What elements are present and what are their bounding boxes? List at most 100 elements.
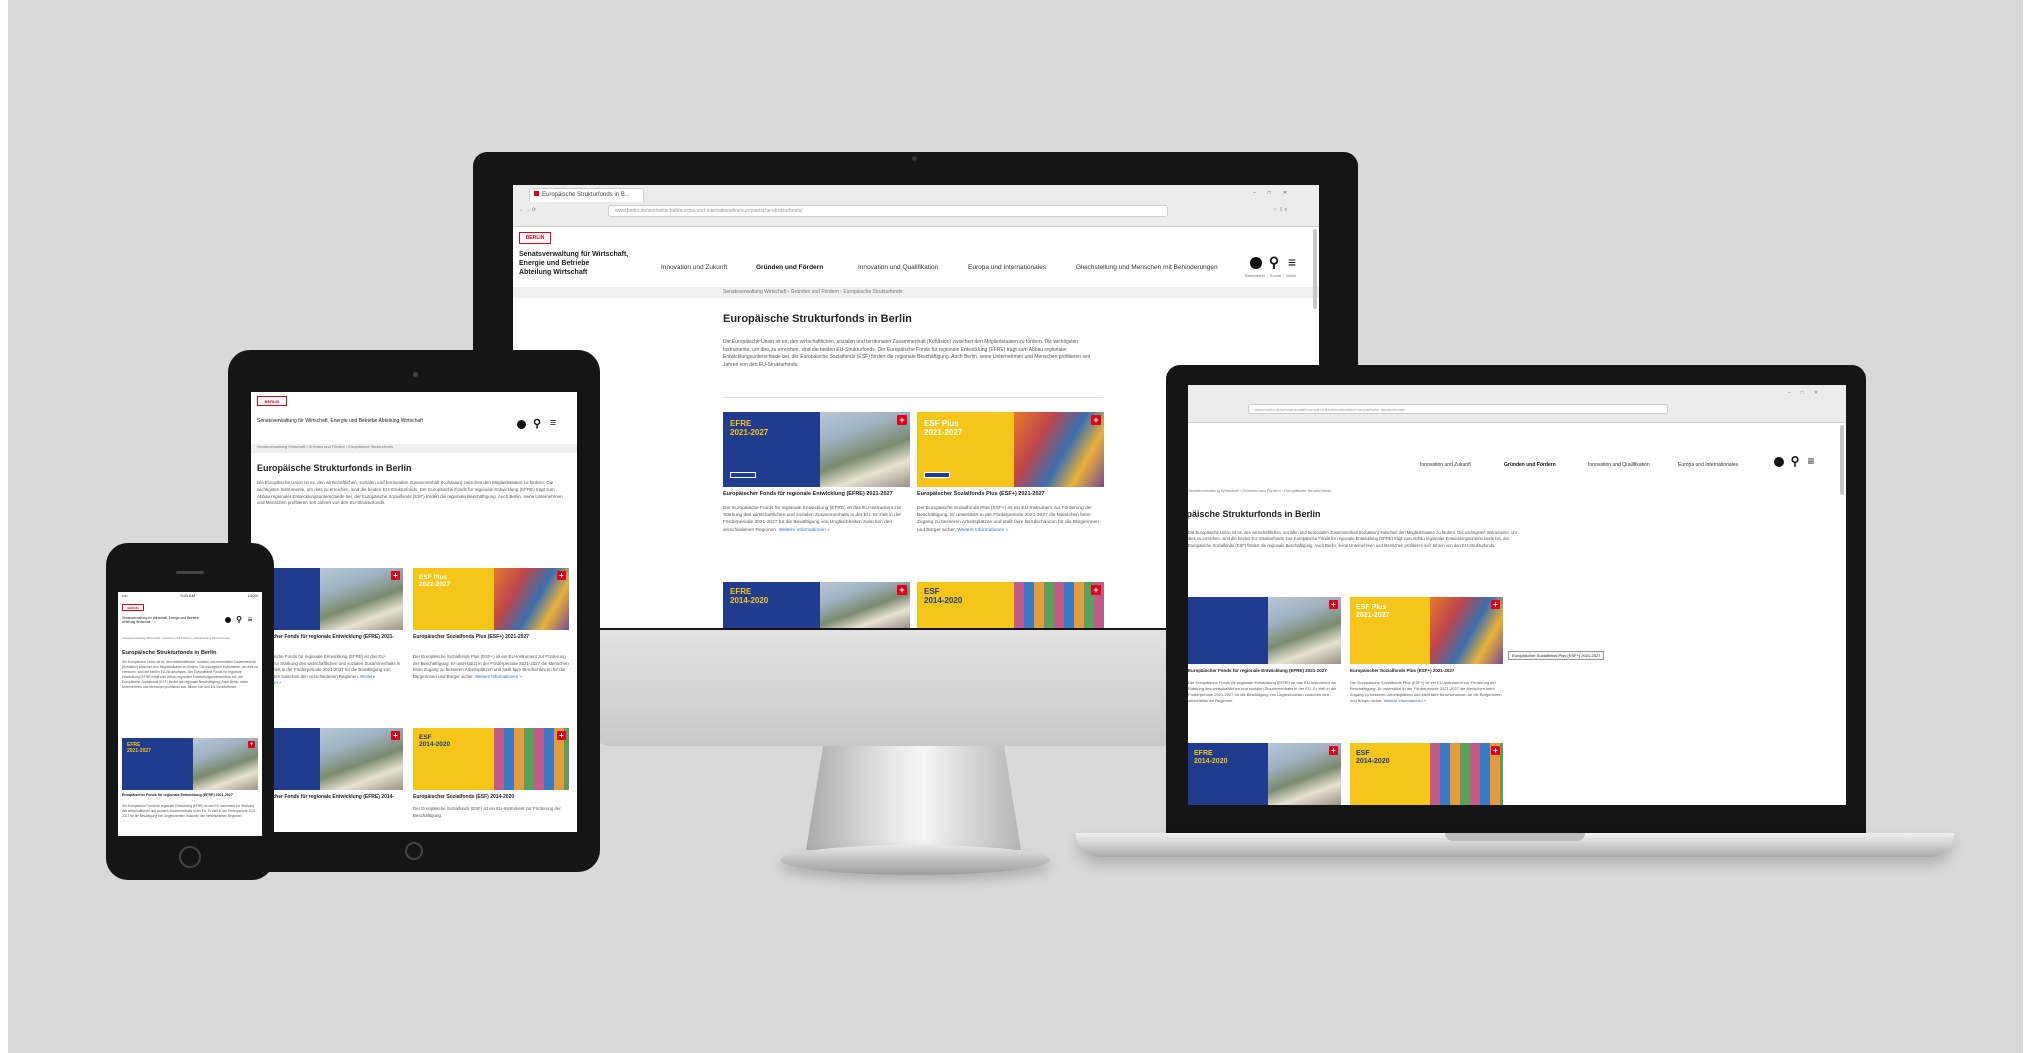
page-title: Europäische Strukturfonds in Berlin bbox=[257, 463, 412, 473]
nav-europa-international[interactable]: Europa und Internationales bbox=[1678, 462, 1738, 468]
toolbar-icons[interactable]: ☆ ⇩ ≡ bbox=[1273, 207, 1287, 213]
card-esf-2014[interactable]: ESF 2014-2020 + bbox=[917, 582, 1104, 628]
barrierefrei-icon[interactable] bbox=[1248, 255, 1264, 271]
breadcrumb[interactable]: Senatsverwaltung Wirtschaft › Gründen un… bbox=[723, 289, 902, 295]
search-icon[interactable]: ⚲ bbox=[1788, 453, 1802, 469]
berlin-logo[interactable]: BERLIN bbox=[519, 232, 551, 244]
search-icon[interactable]: ⚲ bbox=[235, 614, 243, 624]
breadcrumb[interactable]: Senatsverwaltung Wirtschaft › Gründen un… bbox=[122, 636, 258, 640]
plus-icon[interactable]: + bbox=[1491, 746, 1500, 755]
nav-gruenden-foerdern[interactable]: Gründen und Fördern bbox=[1504, 462, 1556, 468]
scrollbar[interactable] bbox=[1840, 425, 1844, 495]
card-text: Der Europäische Sozialfonds Plus (ESF+) … bbox=[1350, 680, 1502, 703]
plus-icon[interactable]: + bbox=[897, 415, 907, 425]
card-esf-plus-2021[interactable]: ESF Plus 2021-2027 + bbox=[413, 568, 569, 630]
department-name[interactable]: Senatsverwaltung für Wirtschaft, Energie… bbox=[257, 418, 427, 425]
tablet-screen: BERLIN Senatsverwaltung für Wirtschaft, … bbox=[251, 392, 577, 832]
card-efre-2014[interactable]: EFRE 2014-2020 + bbox=[723, 582, 910, 628]
plus-icon[interactable]: + bbox=[1091, 415, 1101, 425]
card-esf-plus-2021[interactable]: ESF Plus 2021-2027 + bbox=[1350, 597, 1503, 664]
laptop-window-controls[interactable]: –□✕ bbox=[1788, 390, 1828, 396]
card-label: ESF 2014-2020 bbox=[924, 587, 963, 605]
menu-icon[interactable]: ≡ bbox=[547, 416, 559, 430]
tablet-home-button[interactable] bbox=[405, 842, 423, 860]
menu-icon[interactable]: ≡ bbox=[246, 614, 254, 624]
plus-icon[interactable]: + bbox=[391, 731, 400, 740]
plus-icon[interactable]: + bbox=[1329, 600, 1338, 609]
card-title[interactable]: Europäischer Fonds für regionale Entwick… bbox=[122, 793, 258, 797]
berlin-logo[interactable]: BERLIN bbox=[122, 604, 144, 611]
page-title: Europäische Strukturfonds in Berlin bbox=[122, 650, 217, 656]
card-esf-2014[interactable]: ESF 2014-2020 + bbox=[1350, 743, 1503, 805]
search-icon[interactable]: ⚲ bbox=[1266, 253, 1282, 271]
nav-innovation-zukunft[interactable]: Innovation und Zukunft bbox=[661, 264, 727, 271]
laptop-screen: www.berlin.de/sen/wirtschaft/europa-und-… bbox=[1188, 385, 1846, 805]
barrierefrei-icon[interactable] bbox=[224, 616, 232, 624]
breadcrumb[interactable]: Senatsverwaltung Wirtschaft › Gründen un… bbox=[257, 445, 393, 449]
card-title[interactable]: Europäischer Sozialfonds Plus (ESF+) 202… bbox=[413, 634, 569, 640]
card-label: EFRE 2014-2020 bbox=[1194, 750, 1228, 765]
plus-icon[interactable]: + bbox=[1091, 585, 1101, 595]
menu-icon[interactable]: ≡ bbox=[1804, 453, 1818, 469]
nav-europa-international[interactable]: Europa und Internationales bbox=[968, 264, 1046, 271]
nav-buttons[interactable]: ← → ⟳ bbox=[519, 207, 536, 213]
tab-favicon-icon bbox=[534, 191, 539, 196]
nav-gruenden-foerdern[interactable]: Gründen und Fördern bbox=[756, 264, 823, 271]
more-link[interactable]: Weitere Informationen » bbox=[957, 528, 1008, 533]
card-esf-plus-2021[interactable]: ESF Plus 2021-2027 + bbox=[917, 412, 1104, 487]
plus-icon[interactable]: + bbox=[557, 731, 566, 740]
card-label: ESF Plus 2021-2027 bbox=[924, 419, 963, 437]
nav-innovation-zukunft[interactable]: Innovation und Zukunft bbox=[1420, 462, 1471, 468]
card-efre-2021[interactable]: EFRE 2021-2027 + bbox=[122, 738, 258, 790]
department-name[interactable]: Senatsverwaltung für Wirtschaft, Energie… bbox=[519, 251, 628, 277]
more-link[interactable]: Weitere Informationen » bbox=[1384, 698, 1427, 703]
plus-icon[interactable]: + bbox=[391, 571, 400, 580]
card-efre-2014[interactable]: EFRE 2014-2020 + bbox=[1188, 743, 1341, 805]
card-label: EFRE 2021-2027 bbox=[127, 742, 151, 754]
scrollbar[interactable] bbox=[1313, 229, 1317, 309]
more-link[interactable]: Weitere Informationen » bbox=[779, 528, 830, 533]
mockup-backdrop: Europäische Strukturfonds in B... –□✕ ← … bbox=[8, 0, 2023, 1053]
phone-home-button[interactable] bbox=[179, 846, 201, 868]
laptop-url-bar[interactable]: www.berlin.de/sen/wirtschaft/europa-und-… bbox=[1248, 404, 1668, 414]
barrierefrei-icon[interactable] bbox=[1772, 455, 1786, 469]
nav-innovation-qualifikation[interactable]: Innovation und Qualifikation bbox=[858, 264, 938, 271]
page-title: Europäische Strukturfonds in Berlin bbox=[1188, 509, 1321, 519]
card-text: Der Europäische Sozialfonds Plus (ESF+) … bbox=[917, 506, 1099, 533]
plus-icon[interactable]: + bbox=[557, 571, 566, 580]
monitor-camera bbox=[912, 156, 917, 161]
card-title[interactable]: Europäischer Sozialfonds (ESF) 2014-2020 bbox=[413, 794, 569, 800]
plus-icon[interactable]: + bbox=[897, 585, 907, 595]
card-title[interactable]: Europäischer Sozialfonds Plus (ESF+) 202… bbox=[917, 491, 1104, 498]
breadcrumb[interactable]: Senatsverwaltung Wirtschaft › Gründen un… bbox=[1188, 488, 1331, 493]
department-name[interactable]: Senatsverwaltung für Wirtschaft, Energie… bbox=[122, 616, 212, 624]
card-title[interactable]: Europäischer Sozialfonds Plus (ESF+) 202… bbox=[1350, 668, 1503, 674]
barrierefrei-icon[interactable] bbox=[515, 418, 527, 430]
card-efre-2021[interactable]: + bbox=[1188, 597, 1341, 664]
phone-screen: •••• 9:41 AM 100% BERLIN Senatsverwaltung… bbox=[118, 592, 262, 836]
intro-text: Die Europäische Union ist es, den wirtsc… bbox=[257, 480, 563, 506]
nav-innovation-qualifikation[interactable]: Innovation und Qualifikation bbox=[1588, 462, 1650, 468]
window-controls[interactable]: –□✕ bbox=[1253, 190, 1313, 196]
search-icon[interactable]: ⚲ bbox=[531, 416, 543, 430]
berlin-logo[interactable]: BERLIN bbox=[257, 396, 287, 406]
laptop-notch bbox=[1445, 833, 1585, 841]
card-esf-2014[interactable]: ESF 2014-2020 + bbox=[413, 728, 569, 790]
card-label: ESF 2014-2020 bbox=[1356, 750, 1390, 765]
nav-gleichstellung[interactable]: Gleichstellung und Menschen mit Behinder… bbox=[1076, 264, 1218, 271]
card-label: ESF Plus 2021-2027 bbox=[419, 574, 451, 589]
menu-icon[interactable]: ≡ bbox=[1284, 253, 1300, 271]
divider bbox=[723, 397, 1103, 398]
card-title[interactable]: Europäischer Fonds für regionale Entwick… bbox=[723, 491, 910, 498]
phone-speaker bbox=[176, 571, 204, 574]
plus-icon[interactable]: + bbox=[1329, 746, 1338, 755]
intro-text: Die Europäische Union ist es, den wirtsc… bbox=[122, 660, 258, 689]
header-icon-labels: Barrierefrei Suche Menü bbox=[1245, 273, 1297, 278]
card-title[interactable]: Europäischer Fonds für regionale Entwick… bbox=[1188, 668, 1341, 674]
more-link[interactable]: Weitere Informationen » bbox=[475, 674, 522, 679]
plus-icon[interactable]: + bbox=[1491, 600, 1500, 609]
plus-icon[interactable]: + bbox=[248, 741, 255, 748]
desktop-url-bar[interactable]: www.berlin.de/sen/wirtschaft/europa-und-… bbox=[608, 205, 1168, 217]
desktop-browser-tab[interactable]: Europäische Strukturfonds in B... bbox=[529, 188, 644, 202]
card-efre-2021[interactable]: EFRE 2021-2027 + bbox=[723, 412, 910, 487]
